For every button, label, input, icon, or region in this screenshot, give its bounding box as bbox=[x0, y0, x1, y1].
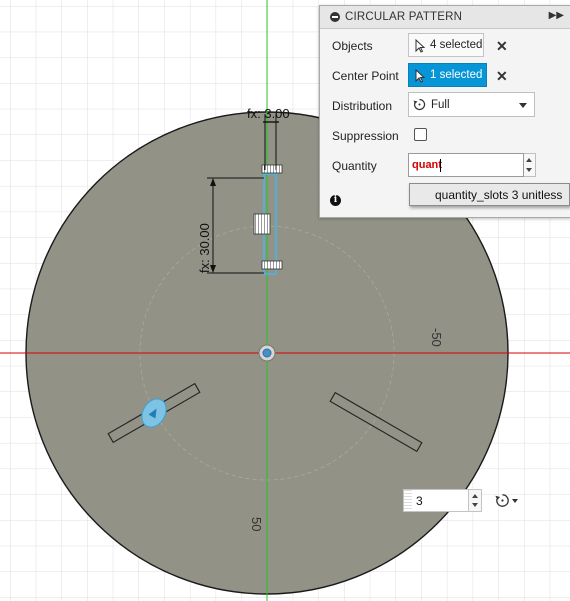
suppression-label: Suppression bbox=[332, 129, 399, 143]
dim-radius-bottom-label: 50 bbox=[249, 517, 264, 531]
objects-select-text: 4 selected bbox=[430, 39, 483, 51]
objects-clear-icon[interactable]: ✕ bbox=[496, 38, 508, 55]
text-cursor bbox=[440, 159, 441, 172]
canvas-quantity-value: 3 bbox=[416, 494, 423, 508]
drag-grip-icon[interactable] bbox=[404, 490, 412, 511]
distribution-value: Full bbox=[431, 99, 450, 111]
center-point-select-button[interactable]: 1 selected bbox=[408, 63, 487, 87]
distribution-label: Distribution bbox=[332, 99, 393, 113]
parameter-autocomplete-item[interactable]: quantity_slots 3 unitless bbox=[409, 183, 570, 206]
flip-direction-control[interactable] bbox=[491, 489, 521, 512]
center-point-label: Center Point bbox=[332, 69, 399, 83]
objects-label: Objects bbox=[332, 39, 373, 53]
cursor-select-icon bbox=[415, 69, 425, 83]
quantity-spinner[interactable] bbox=[524, 153, 536, 177]
spinner-up-icon[interactable] bbox=[472, 494, 478, 498]
autocomplete-text: quantity_slots 3 unitless bbox=[435, 188, 563, 202]
canvas-quantity-input[interactable]: 3 bbox=[403, 489, 469, 512]
quantity-input-text: quant bbox=[412, 159, 442, 171]
chevron-down-icon bbox=[519, 103, 527, 108]
objects-select-button[interactable]: 4 selected bbox=[408, 33, 484, 57]
spinner-up-icon[interactable] bbox=[526, 158, 532, 162]
distribution-dropdown[interactable]: Full bbox=[408, 92, 535, 117]
spinner-down-icon[interactable] bbox=[472, 503, 478, 507]
panel-title: CIRCULAR PATTERN bbox=[345, 11, 463, 23]
center-point-clear-icon[interactable]: ✕ bbox=[496, 68, 508, 85]
rotate-icon bbox=[495, 494, 509, 507]
slot-end-bottom bbox=[261, 260, 283, 270]
info-icon[interactable]: i bbox=[330, 195, 341, 206]
minus-circle-icon[interactable] bbox=[330, 12, 340, 22]
quantity-input[interactable]: quant bbox=[408, 153, 524, 177]
suppression-checkbox[interactable] bbox=[414, 128, 427, 141]
dim-width-label[interactable]: fx: 3.00 bbox=[247, 106, 290, 121]
double-chevron-right-icon[interactable]: ▶▶ bbox=[549, 10, 564, 21]
slot-middle-mark bbox=[253, 213, 271, 235]
center-point-select-text: 1 selected bbox=[430, 69, 483, 81]
center-point-inner bbox=[262, 348, 272, 358]
rotate-icon bbox=[413, 98, 426, 111]
panel-header: CIRCULAR PATTERN ▶▶ bbox=[320, 6, 570, 29]
spinner-down-icon[interactable] bbox=[526, 168, 532, 172]
dim-radius-right-label: -50 bbox=[429, 328, 444, 347]
cursor-select-icon bbox=[415, 39, 425, 53]
quantity-label: Quantity bbox=[332, 159, 377, 173]
dim-height-label[interactable]: fx: 30.00 bbox=[197, 223, 212, 273]
canvas-quantity-spinner[interactable] bbox=[469, 489, 482, 512]
chevron-down-icon bbox=[512, 499, 518, 503]
